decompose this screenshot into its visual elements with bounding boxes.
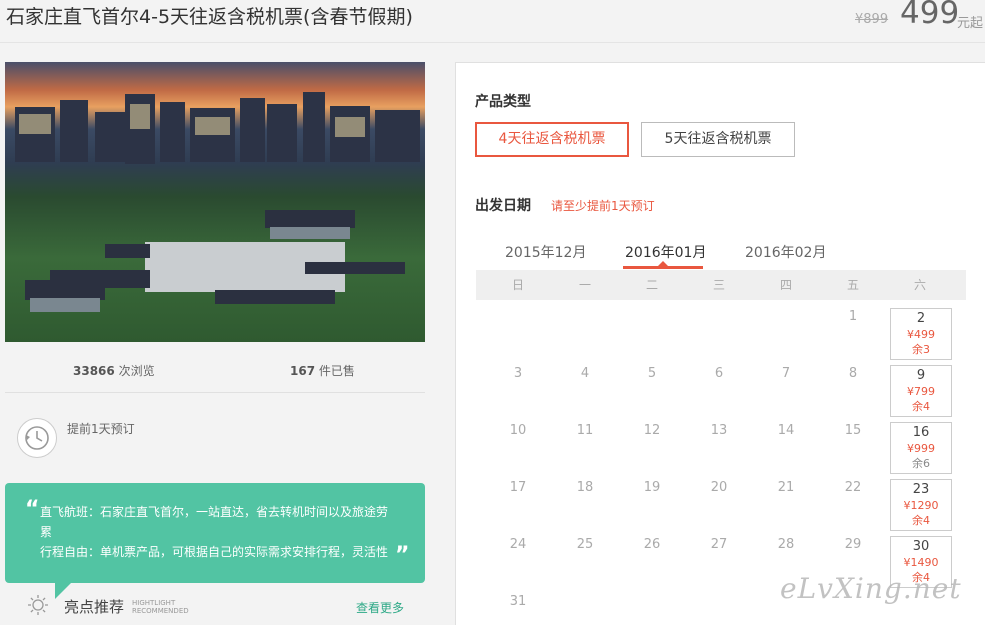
- calendar-day: 31: [509, 594, 527, 609]
- calendar-day: 12: [643, 423, 661, 438]
- highlight-en-1: HIGHTLIGHT: [132, 599, 176, 607]
- calendar-day: 19: [643, 480, 661, 495]
- calendar-day: 8: [848, 366, 858, 381]
- highlight-label: 亮点推荐: [64, 598, 125, 616]
- product-left-panel: 33866 次浏览 167 件已售 提前1天预订 “ 直飞航班：石家庄直飞首尔，…: [5, 62, 425, 616]
- sold-count: 167: [290, 364, 316, 378]
- see-more-link[interactable]: 查看更多: [356, 599, 404, 616]
- sold-label: 件已售: [318, 364, 355, 378]
- available-day-number: 9: [916, 368, 926, 383]
- calendar-day: 27: [710, 537, 728, 552]
- date-hint: 请至少提前1天预订: [551, 199, 655, 213]
- feature-direct-flight: 直飞航班：石家庄直飞首尔，一站直达，省去转机时间以及旅途劳累: [40, 505, 389, 539]
- header-bar: 石家庄直飞首尔4-5天往返含税机票(含春节假期) ¥899 499 元起: [0, 0, 985, 43]
- booking-panel: 产品类型 4天往返含税机票 5天往返含税机票 出发日期 请至少提前1天预订 20…: [455, 62, 985, 625]
- product-type-label: 产品类型: [475, 94, 531, 110]
- product-type-4day[interactable]: 4天往返含税机票: [475, 122, 629, 157]
- available-day-remaining: 余3: [912, 343, 930, 356]
- available-day-remaining: 余4: [912, 514, 930, 527]
- views-stat: 33866 次浏览: [73, 362, 155, 379]
- calendar-available-day[interactable]: 9 ¥799 余4: [890, 365, 952, 417]
- highlight-en: HIGHTLIGHT RECOMMENDED: [132, 599, 189, 615]
- stats-row: 33866 次浏览 167 件已售: [5, 354, 425, 393]
- available-day-price: ¥1490: [903, 556, 939, 569]
- watermark: eLvXing.net: [780, 572, 962, 605]
- weekday-fri: 五: [846, 278, 859, 292]
- calendar-day: 24: [509, 537, 527, 552]
- price-unit: 元起: [957, 16, 984, 31]
- calendar-day: 6: [714, 366, 724, 381]
- calendar-day: 20: [710, 480, 728, 495]
- sold-stat: 167 件已售: [290, 362, 355, 379]
- calendar-available-day[interactable]: 23 ¥1290 余4: [890, 479, 952, 531]
- calendar-day: 26: [643, 537, 661, 552]
- weekday-sun: 日: [511, 278, 524, 292]
- calendar-day: 15: [844, 423, 862, 438]
- close-quote: ”: [395, 543, 410, 568]
- advance-booking-note: 提前1天预订: [67, 422, 135, 436]
- original-price: ¥899: [855, 12, 889, 27]
- calendar-day: 10: [509, 423, 527, 438]
- month-tab-next[interactable]: 2016年02月: [745, 242, 826, 262]
- calendar-day: 1: [848, 309, 858, 324]
- sun-icon: [27, 594, 49, 616]
- weekday-tue: 二: [645, 278, 658, 292]
- weekday-header: 日 一 二 三 四 五 六: [476, 270, 966, 300]
- departure-date-label: 出发日期: [475, 198, 531, 214]
- calendar-day: 22: [844, 480, 862, 495]
- calendar-day: 18: [576, 480, 594, 495]
- available-day-number: 2: [916, 311, 926, 326]
- product-photo: [5, 62, 425, 342]
- calendar-day: 13: [710, 423, 728, 438]
- feature-bubble: “ 直飞航班：石家庄直飞首尔，一站直达，省去转机时间以及旅途劳累 行程自由：单机…: [5, 483, 425, 583]
- calendar-day: 11: [576, 423, 594, 438]
- calendar-day: 28: [777, 537, 795, 552]
- available-day-remaining: 余6: [912, 457, 930, 470]
- calendar-day: 4: [580, 366, 590, 381]
- feature-flexible: 行程自由：单机票产品，可根据自己的实际需求安排行程，灵活性: [40, 545, 389, 559]
- available-day-number: 23: [912, 482, 930, 497]
- calendar-day: 21: [777, 480, 795, 495]
- open-quote: “: [25, 497, 40, 522]
- calendar-day: 29: [844, 537, 862, 552]
- sale-price: 499: [900, 0, 960, 31]
- views-count: 33866: [73, 364, 115, 378]
- highlight-en-2: RECOMMENDED: [132, 607, 189, 615]
- calendar-day: 5: [647, 366, 657, 381]
- calendar-available-day[interactable]: 16 ¥999 余6: [890, 422, 952, 474]
- weekday-wed: 三: [712, 278, 725, 292]
- product-type-5day[interactable]: 5天往返含税机票: [641, 122, 795, 157]
- month-tab-current[interactable]: 2016年01月: [625, 242, 706, 262]
- page-title: 石家庄直飞首尔4-5天往返含税机票(含春节假期): [6, 6, 413, 28]
- available-day-remaining: 余4: [912, 400, 930, 413]
- available-day-price: ¥799: [907, 385, 935, 398]
- weekday-mon: 一: [578, 278, 591, 292]
- calendar-day: 17: [509, 480, 527, 495]
- month-tab-prev[interactable]: 2015年12月: [505, 242, 586, 262]
- available-day-price: ¥999: [907, 442, 935, 455]
- clock-history-icon: [17, 418, 57, 458]
- calendar-day: 7: [781, 366, 791, 381]
- available-day-price: ¥499: [907, 328, 935, 341]
- month-tab-caret: [658, 261, 668, 266]
- month-tab-indicator: [623, 266, 703, 269]
- available-day-price: ¥1290: [903, 499, 939, 512]
- available-day-number: 16: [912, 425, 930, 440]
- views-label: 次浏览: [118, 364, 155, 378]
- calendar-available-day[interactable]: 2 ¥499 余3: [890, 308, 952, 360]
- weekday-sat: 六: [913, 278, 926, 292]
- weekday-thu: 四: [779, 278, 792, 292]
- calendar-day: 3: [513, 366, 523, 381]
- available-day-number: 30: [912, 539, 930, 554]
- calendar-day: 14: [777, 423, 795, 438]
- calendar-day: 25: [576, 537, 594, 552]
